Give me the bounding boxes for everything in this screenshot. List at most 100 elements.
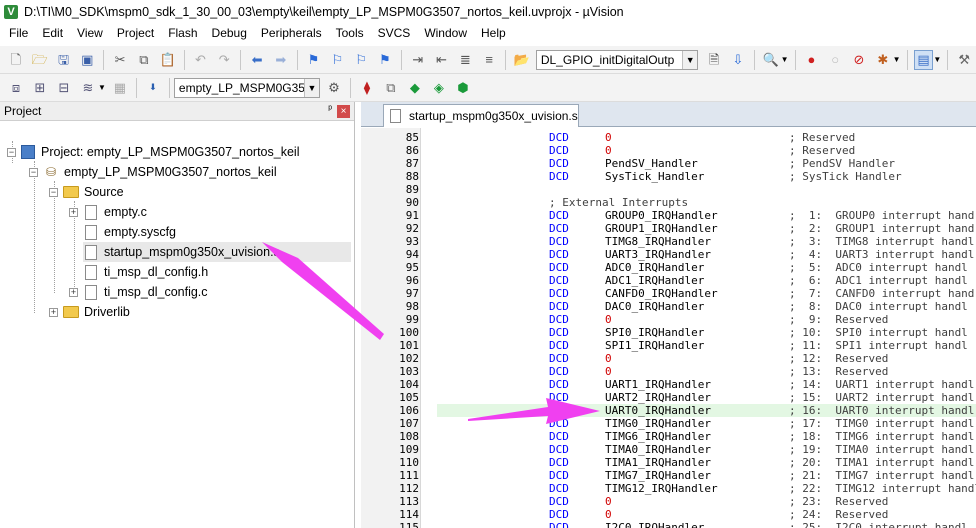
manage-runtime-icon[interactable]: ◆	[405, 78, 425, 98]
tree-item-empty-syscfg[interactable]: empty.syscfg	[83, 222, 176, 242]
unindent-icon[interactable]: ⇤	[432, 50, 452, 70]
clear-bookmarks-icon[interactable]: ⚑	[375, 50, 395, 70]
code-line[interactable]: 113 DCD 0 ; 23: Reserved	[361, 495, 976, 508]
code-line[interactable]: 110 DCD TIMA1_IRQHandler ; 20: TIMA1 interr…	[361, 456, 976, 469]
code-line[interactable]: 105 DCD UART2_IRQHandler ; 15: UART2 interr…	[361, 391, 976, 404]
menu-flash[interactable]: Flash	[161, 23, 204, 44]
disable-breakpoints-icon[interactable]: ⊘	[849, 50, 869, 70]
tab-startup-file[interactable]: startup_mspm0g350x_uvision.s	[383, 104, 579, 127]
save-icon[interactable]: 🖫	[54, 50, 74, 70]
tree-item-config-h[interactable]: ti_msp_dl_config.h	[83, 262, 208, 282]
file-extensions-icon[interactable]: ⧫	[357, 78, 377, 98]
download-load-icon[interactable]: ⬇	[143, 78, 163, 98]
tree-item-driverlib-folder[interactable]: + Driverlib	[49, 302, 130, 322]
copy-icon[interactable]: ⧉	[134, 50, 154, 70]
open-file-icon[interactable]: 🗁	[30, 50, 50, 70]
expand-icon[interactable]: +	[49, 307, 58, 317]
code-line[interactable]: 85 DCD 0 ; Reserved	[361, 131, 976, 144]
menu-svcs[interactable]: SVCS	[371, 23, 418, 44]
code-line[interactable]: 86 DCD 0 ; Reserved	[361, 144, 976, 157]
stop-build-icon[interactable]: ▦	[110, 78, 130, 98]
target-options-icon[interactable]: ⚙	[324, 78, 344, 98]
code-line[interactable]: 111 DCD TIMG7_IRQHandler ; 21: TIMG7 interr…	[361, 469, 976, 482]
code-line[interactable]: 99 DCD 0 ; 9: Reserved	[361, 313, 976, 326]
incremental-find-icon[interactable]: ⇩	[728, 50, 748, 70]
chevron-down-icon[interactable]: ▼	[893, 55, 901, 64]
code-line[interactable]: 96 DCD ADC1_IRQHandler ; 6: ADC1 interrupt …	[361, 274, 976, 287]
target-combo[interactable]: empty_LP_MSPM0G3507_ ▼	[173, 77, 320, 98]
tree-item-source-folder[interactable]: − Source	[49, 182, 124, 202]
window-layout-icon[interactable]: ▤	[913, 49, 934, 70]
tree-item-project[interactable]: − Project: empty_LP_MSPM0G3507_nortos_ke…	[7, 142, 299, 162]
code-line[interactable]: 89	[361, 183, 976, 196]
configure-icon[interactable]: ⚒	[954, 50, 974, 70]
code-line[interactable]: 92 DCD GROUP1_IRQHandler ; 2: GROUP1 interr…	[361, 222, 976, 235]
menu-file[interactable]: File	[2, 23, 35, 44]
close-icon[interactable]: ×	[337, 105, 350, 118]
expand-icon[interactable]: +	[69, 287, 78, 297]
tree-item-startup-file[interactable]: startup_mspm0g350x_uvision.s	[83, 242, 351, 262]
prev-bookmark-icon[interactable]: ⚐	[328, 50, 348, 70]
rebuild-icon[interactable]: ⊟	[54, 78, 74, 98]
code-line[interactable]: 88 DCD SysTick_Handler ; SysTick Handler	[361, 170, 976, 183]
menu-edit[interactable]: Edit	[35, 23, 70, 44]
code-line[interactable]: 112 DCD TIMG12_IRQHandler ; 22: TIMG12 inte…	[361, 482, 976, 495]
menu-view[interactable]: View	[70, 23, 110, 44]
debug-session-icon[interactable]: 🔍	[761, 50, 781, 70]
batch-build-icon[interactable]: ≋	[78, 78, 98, 98]
collapse-icon[interactable]: −	[49, 187, 58, 197]
select-software-packs-icon[interactable]: ⬢	[453, 78, 473, 98]
code-line[interactable]: 91 DCD GROUP0_IRQHandler ; 1: GROUP0 interr…	[361, 209, 976, 222]
code-line[interactable]: 106 DCD UART0_IRQHandler ; 16: UART0 interr…	[361, 404, 976, 417]
code-line[interactable]: 101 DCD SPI1_IRQHandler ; 11: SPI1 interrup…	[361, 339, 976, 352]
code-line[interactable]: 87 DCD PendSV_Handler ; PendSV Handler	[361, 157, 976, 170]
uncomment-icon[interactable]: ≡	[479, 50, 499, 70]
code-line[interactable]: 114 DCD 0 ; 24: Reserved	[361, 508, 976, 521]
find-in-files-icon[interactable]: 📂	[512, 50, 532, 70]
tree-item-empty-c[interactable]: + empty.c	[69, 202, 147, 222]
kill-breakpoints-icon[interactable]: ✱	[873, 50, 893, 70]
insert-breakpoint-icon[interactable]: ●	[801, 50, 821, 70]
undo-icon[interactable]: ↶	[191, 50, 211, 70]
code-line[interactable]: 102 DCD 0 ; 12: Reserved	[361, 352, 976, 365]
code-line[interactable]: 108 DCD TIMG6_IRQHandler ; 18: TIMG6 interr…	[361, 430, 976, 443]
chevron-down-icon[interactable]: ▼	[781, 55, 789, 64]
code-line[interactable]: 90 ; External Interrupts	[361, 196, 976, 209]
code-line[interactable]: 109 DCD TIMA0_IRQHandler ; 19: TIMA0 interr…	[361, 443, 976, 456]
tree-item-target[interactable]: − ⛁ empty_LP_MSPM0G3507_nortos_keil	[29, 162, 277, 182]
code-line[interactable]: 100 DCD SPI0_IRQHandler ; 10: SPI0 interrup…	[361, 326, 976, 339]
translate-icon[interactable]: ⧈	[6, 78, 26, 98]
collapse-icon[interactable]: −	[29, 167, 38, 177]
chevron-down-icon[interactable]: ▼	[682, 50, 698, 69]
code-line[interactable]: 97 DCD CANFD0_IRQHandler ; 7: CANFD0 interr…	[361, 287, 976, 300]
find-combo[interactable]: DL_GPIO_initDigitalOutp ▼	[535, 49, 699, 70]
chevron-down-icon[interactable]: ▼	[933, 55, 941, 64]
paste-icon[interactable]: 📋	[158, 50, 178, 70]
menu-debug[interactable]: Debug	[205, 23, 254, 44]
navigate-forward-icon[interactable]: ➡	[271, 50, 291, 70]
menu-peripherals[interactable]: Peripherals	[254, 23, 329, 44]
expand-icon[interactable]: +	[69, 207, 78, 217]
manage-books-icon[interactable]: ⧉	[381, 78, 401, 98]
next-bookmark-icon[interactable]: ⚐	[351, 50, 371, 70]
code-line[interactable]: 107 DCD TIMG0_IRQHandler ; 17: TIMG0 interr…	[361, 417, 976, 430]
collapse-icon[interactable]: −	[7, 147, 16, 157]
code-line[interactable]: 93 DCD TIMG8_IRQHandler ; 3: TIMG8 interrup…	[361, 235, 976, 248]
find-icon[interactable]: 🗎	[704, 50, 724, 70]
new-file-icon[interactable]: 🗋	[6, 50, 26, 70]
save-all-icon[interactable]: ▣	[77, 50, 97, 70]
indent-icon[interactable]: ⇥	[408, 50, 428, 70]
code-line[interactable]: 98 DCD DAC0_IRQHandler ; 8: DAC0 interrupt …	[361, 300, 976, 313]
menu-tools[interactable]: Tools	[329, 23, 371, 44]
comment-icon[interactable]: ≣	[455, 50, 475, 70]
chevron-down-icon[interactable]: ▼	[98, 83, 106, 92]
menu-project[interactable]: Project	[110, 23, 161, 44]
code-line[interactable]: 104 DCD UART1_IRQHandler ; 14: UART1 interr…	[361, 378, 976, 391]
pack-installer-icon[interactable]: ◈	[429, 78, 449, 98]
build-icon[interactable]: ⊞	[30, 78, 50, 98]
redo-icon[interactable]: ↷	[214, 50, 234, 70]
code-line[interactable]: 95 DCD ADC0_IRQHandler ; 5: ADC0 interrupt …	[361, 261, 976, 274]
code-area[interactable]: 85 DCD 0 ; Reserved 86 DCD 0 ; Reserved 87 DCD Pen…	[361, 128, 976, 528]
code-line[interactable]: 103 DCD 0 ; 13: Reserved	[361, 365, 976, 378]
enable-breakpoint-icon[interactable]: ○	[825, 50, 845, 70]
